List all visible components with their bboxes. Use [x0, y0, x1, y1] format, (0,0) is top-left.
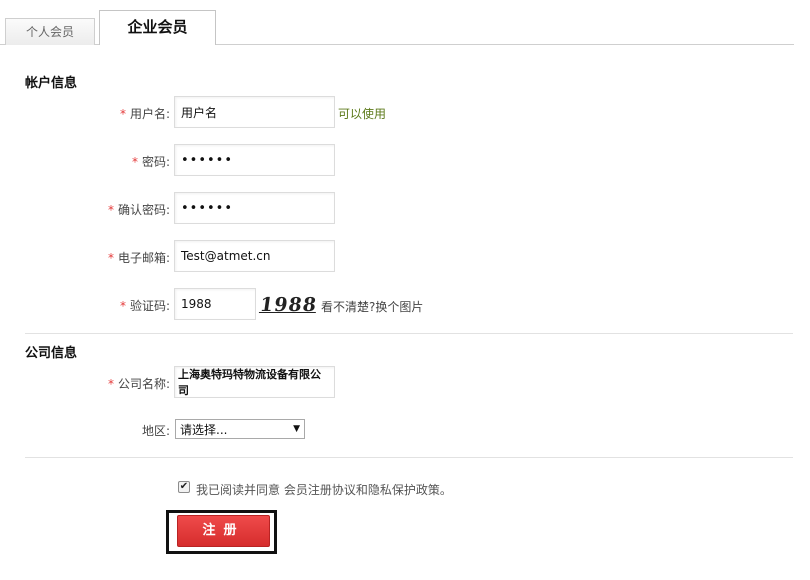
- email-label: * 电子邮箱:: [107, 251, 170, 265]
- confirm-password-input[interactable]: ••••••: [174, 192, 335, 224]
- tab-personal-member[interactable]: 个人会员: [5, 18, 95, 45]
- required-mark: *: [107, 377, 114, 391]
- email-input[interactable]: Test@atmet.cn: [174, 240, 335, 272]
- username-available-hint: 可以使用: [338, 107, 387, 121]
- password-label: * 密码:: [131, 155, 170, 169]
- company-name-input[interactable]: 上海奥特玛特物流设备有限公司: [174, 366, 335, 398]
- refresh-captcha-link[interactable]: 看不清楚?换个图片: [321, 298, 423, 315]
- company-section-title: 公司信息: [25, 346, 78, 361]
- section-divider: [25, 333, 793, 334]
- confirm-password-label: * 确认密码:: [107, 203, 170, 217]
- required-mark: *: [107, 251, 114, 265]
- tab-enterprise-member[interactable]: 企业会员: [99, 10, 216, 45]
- required-mark: *: [131, 155, 138, 169]
- chevron-down-icon: ▼: [293, 424, 300, 434]
- region-selected-value: 请选择...: [180, 422, 228, 437]
- section-divider: [25, 457, 793, 458]
- account-section-title: 帐户信息: [25, 76, 78, 91]
- checkmark-icon: ✔: [179, 481, 189, 492]
- agreement-checkbox[interactable]: ✔: [178, 481, 190, 493]
- company-name-label: * 公司名称:: [107, 377, 170, 391]
- username-input[interactable]: 用户名: [174, 96, 335, 128]
- region-label: 地区:: [141, 424, 170, 438]
- required-mark: *: [107, 203, 114, 217]
- region-select[interactable]: 请选择... ▼: [175, 419, 305, 439]
- captcha-image[interactable]: 1988: [258, 294, 318, 316]
- required-mark: *: [119, 107, 126, 121]
- captcha-label: * 验证码:: [119, 299, 170, 313]
- register-button[interactable]: 注册: [177, 515, 270, 547]
- required-mark: *: [119, 299, 126, 313]
- captcha-input[interactable]: 1988: [174, 288, 256, 320]
- username-label: * 用户名:: [119, 107, 170, 121]
- agreement-text: 我已阅读并同意 会员注册协议和隐私保护政策。: [196, 483, 452, 497]
- password-input[interactable]: ••••••: [174, 144, 335, 176]
